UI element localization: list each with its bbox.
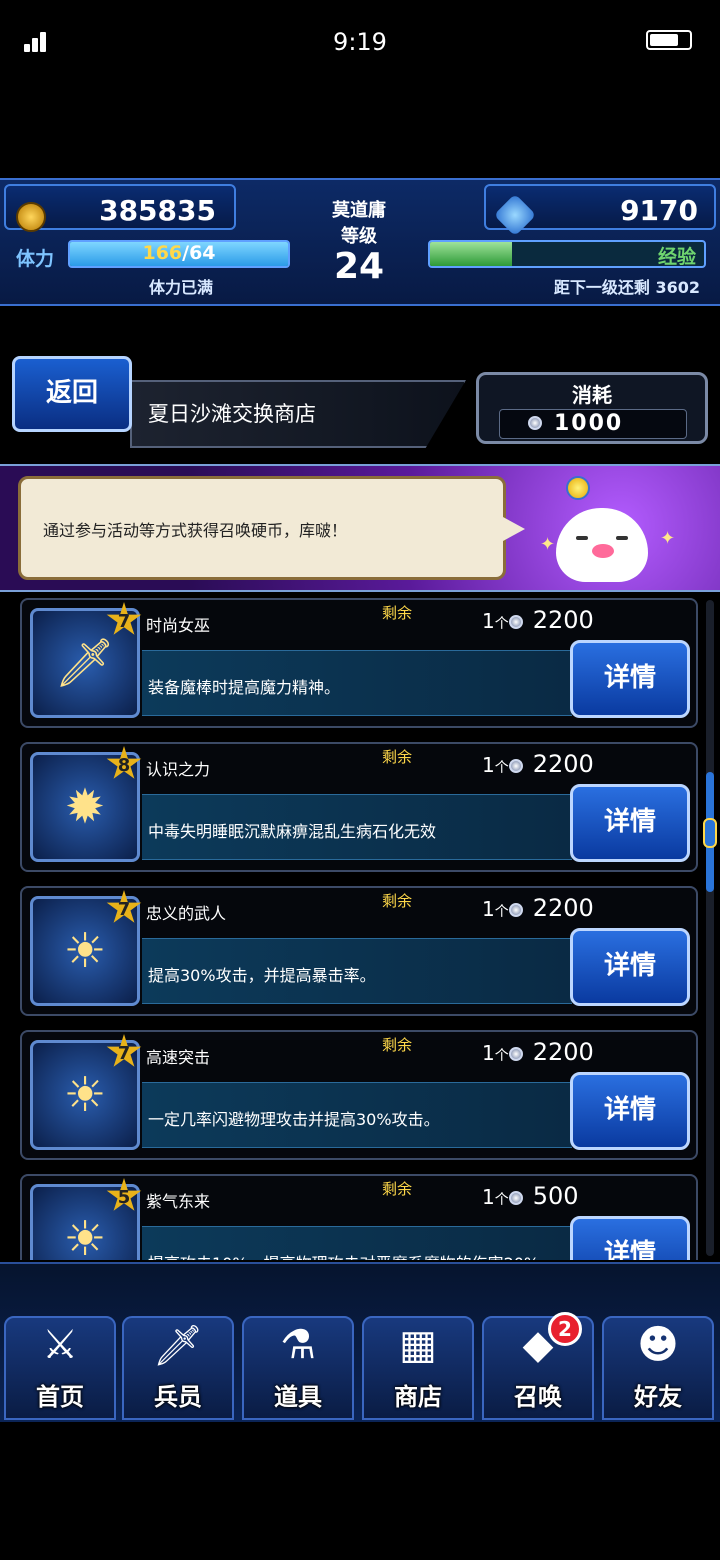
list-item: 🗡 7 时尚女巫 剩余 1个 2200 装备魔棒时提高魔力精神。 详情	[20, 598, 698, 728]
scrollbar-knob[interactable]	[703, 818, 717, 848]
item-description: 装备魔棒时提高魔力精神。	[148, 678, 341, 697]
shop-title: 夏日沙滩交换商店	[148, 402, 316, 426]
nav-summon[interactable]: ◆ 召唤 2	[482, 1312, 594, 1420]
item-price: 1个 2200	[482, 750, 594, 778]
list-item: ☀ 7 高速突击 剩余 1个 2200 一定几率闪避物理攻击并提高30%攻击。 详…	[20, 1030, 698, 1160]
level-label: 等级	[341, 226, 377, 247]
nav-shop[interactable]: ▦ 商店	[362, 1316, 474, 1420]
level-value: 24	[333, 246, 385, 287]
remain-label: 剩余	[382, 1036, 413, 1054]
summon-coin-icon	[508, 615, 523, 629]
nav-items[interactable]: ⚗ 道具	[242, 1316, 354, 1420]
gem-count: 9170	[620, 194, 698, 227]
stamina-bar: 166/64	[68, 240, 290, 268]
item-name: 紫气东来	[146, 1192, 211, 1211]
remain-label: 剩余	[382, 604, 413, 622]
detail-button[interactable]: 详情	[570, 928, 690, 1006]
coin-count: 385835	[99, 194, 216, 227]
list-item: ✹ 8 认识之力 剩余 1个 2200 中毒失明睡眠沉默麻痹混乱生病石化无效 详情	[20, 742, 698, 872]
detail-button[interactable]: 详情	[570, 1072, 690, 1150]
cost-label: 消耗	[572, 383, 612, 407]
sparkle-icon: ✦	[540, 534, 556, 555]
cost-value: 1000	[554, 411, 624, 436]
item-description: 中毒失明睡眠沉默麻痹混乱生病石化无效	[148, 822, 437, 841]
stamina-max: /64	[182, 242, 216, 264]
coin-panel: 385835	[4, 184, 236, 232]
detail-button[interactable]: 详情	[570, 1216, 690, 1260]
potion-icon: ⚗	[280, 1322, 316, 1368]
exp-bar: 经验	[428, 240, 706, 268]
battery-icon	[646, 30, 692, 50]
remain-label: 剩余	[382, 1180, 413, 1198]
sword-icon: ⚔	[42, 1322, 78, 1368]
item-description: 一定几率闪避物理攻击并提高30%攻击。	[148, 1110, 440, 1129]
stamina-current: 166	[142, 242, 183, 264]
nav-label: 好友	[634, 1383, 682, 1411]
stamina-label: 体力	[16, 248, 55, 270]
player-name: 莫道庸	[332, 200, 386, 221]
nav-label: 兵员	[154, 1383, 202, 1411]
banner-message: 通过参与活动等方式获得召唤硬币，库啵！	[43, 521, 348, 540]
sparkle-icon: ✦	[660, 528, 676, 549]
gem-icon	[493, 193, 537, 237]
item-description: 提高攻击10%，提高物理攻击对恶魔系魔物的伤害20%	[148, 1250, 539, 1260]
speech-bubble: 通过参与活动等方式获得召唤硬币，库啵！	[18, 476, 525, 580]
item-name: 忠义的武人	[146, 904, 227, 923]
item-price: 1个 500	[482, 1182, 579, 1210]
list-scrollbar[interactable]	[706, 600, 714, 1256]
exp-note: 距下一级还剩 3602	[553, 278, 700, 297]
remain-label: 剩余	[382, 892, 413, 910]
back-button[interactable]: 返回	[12, 356, 132, 432]
summon-coin-icon	[508, 1047, 523, 1061]
item-price: 1个 2200	[482, 1038, 594, 1066]
nav-label: 召唤	[514, 1383, 562, 1411]
warrior-icon: 🗡	[152, 1323, 204, 1369]
exp-label: 经验	[657, 246, 696, 268]
summon-coin-icon	[508, 759, 523, 773]
coin-icon	[16, 202, 46, 232]
moogle-pompom-icon	[566, 476, 590, 500]
list-item: ☀ 7 忠义的武人 剩余 1个 2200 提高30%攻击，并提高暴击率。 详情	[20, 886, 698, 1016]
item-description: 提高30%攻击，并提高暴击率。	[148, 966, 376, 985]
item-price: 1个 2200	[482, 894, 594, 922]
remain-label: 剩余	[382, 748, 413, 766]
exp-fill	[430, 242, 513, 266]
bottom-nav: ⚔ 首页 🗡 兵员 ⚗ 道具 ▦ 商店 ◆ 召唤 2 ☻ 好友	[0, 1262, 720, 1422]
item-list[interactable]: 🗡 7 时尚女巫 剩余 1个 2200 装备魔棒时提高魔力精神。 详情 ✹ 8 认…	[0, 596, 720, 1260]
list-item: ☀ 5 紫气东来 剩余 1个500 提高攻击10%，提高物理攻击对恶魔系魔物的伤…	[20, 1174, 698, 1260]
item-name: 认识之力	[146, 760, 211, 779]
cost-panel: 消耗 1000	[476, 372, 708, 444]
status-bar: 9:19	[0, 0, 720, 84]
item-name: 高速突击	[146, 1048, 211, 1067]
nav-label: 道具	[274, 1383, 322, 1411]
stamina-note: 体力已满	[148, 278, 213, 297]
nav-home[interactable]: ⚔ 首页	[4, 1316, 116, 1420]
detail-button[interactable]: 详情	[570, 784, 690, 862]
detail-button[interactable]: 详情	[570, 640, 690, 718]
moogle-eyes	[576, 536, 628, 542]
nav-units[interactable]: 🗡 兵员	[122, 1316, 234, 1420]
item-price: 1个 2200	[482, 606, 594, 634]
level-panel: 莫道庸 等级 24	[298, 186, 420, 296]
nav-label: 首页	[36, 1383, 84, 1411]
nav-friends[interactable]: ☻ 好友	[602, 1316, 714, 1420]
summon-coin-icon	[508, 903, 523, 917]
gem-panel: 9170	[484, 184, 716, 237]
shop-icon: ▦	[399, 1322, 437, 1368]
summon-coin-icon	[508, 1191, 523, 1205]
moogle-nose	[592, 544, 614, 558]
summon-coin-icon	[528, 416, 542, 430]
friends-icon: ☻	[637, 1322, 679, 1368]
notification-badge: 2	[548, 1312, 582, 1346]
clock: 9:19	[333, 28, 387, 56]
nav-label: 商店	[394, 1383, 442, 1411]
item-name: 时尚女巫	[146, 616, 211, 635]
